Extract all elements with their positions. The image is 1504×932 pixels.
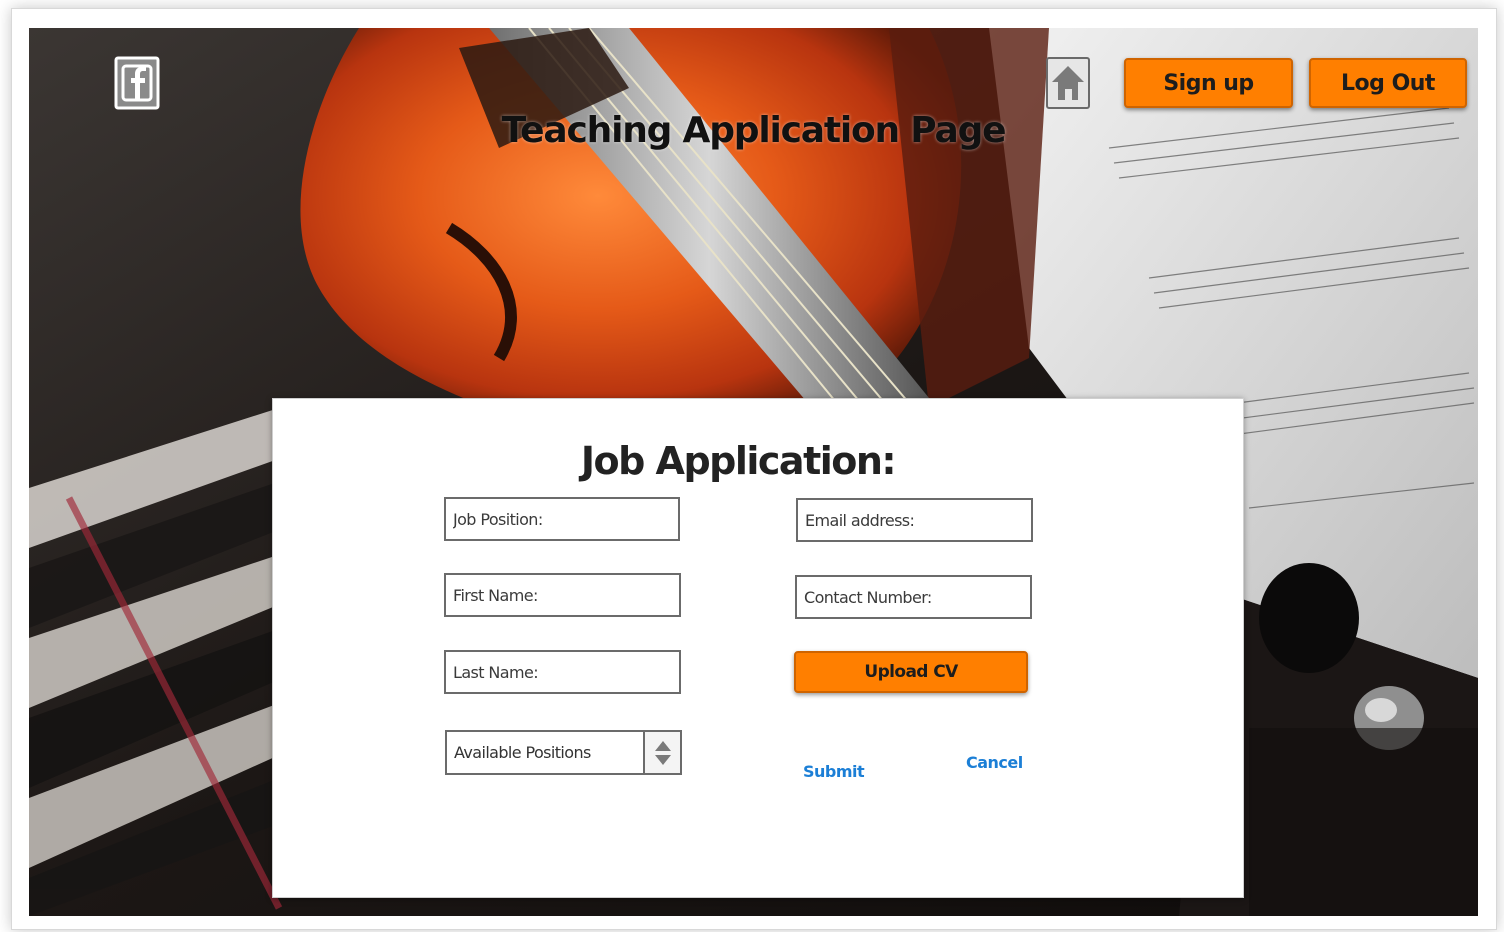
available-positions-value: Available Positions [454, 743, 591, 762]
stepper-arrows-icon[interactable] [643, 732, 680, 773]
page-title: Teaching Application Page [501, 110, 1007, 151]
submit-link[interactable]: Submit [803, 762, 865, 781]
contact-number-field[interactable] [795, 575, 1032, 619]
facebook-icon[interactable] [114, 56, 160, 110]
form-title: Job Application: [580, 439, 897, 483]
job-position-field[interactable] [444, 497, 680, 541]
home-icon[interactable] [1045, 56, 1091, 110]
upload-cv-button[interactable]: Upload CV [794, 651, 1028, 693]
log-out-button[interactable]: Log Out [1309, 58, 1467, 108]
email-field[interactable] [796, 498, 1033, 542]
cancel-link[interactable]: Cancel [966, 753, 1023, 772]
sign-up-button[interactable]: Sign up [1124, 58, 1293, 108]
available-positions-select[interactable]: Available Positions [445, 730, 682, 775]
last-name-field[interactable] [444, 650, 681, 694]
first-name-field[interactable] [444, 573, 681, 617]
job-application-form: Job Application: Available Positions Upl… [272, 398, 1244, 898]
